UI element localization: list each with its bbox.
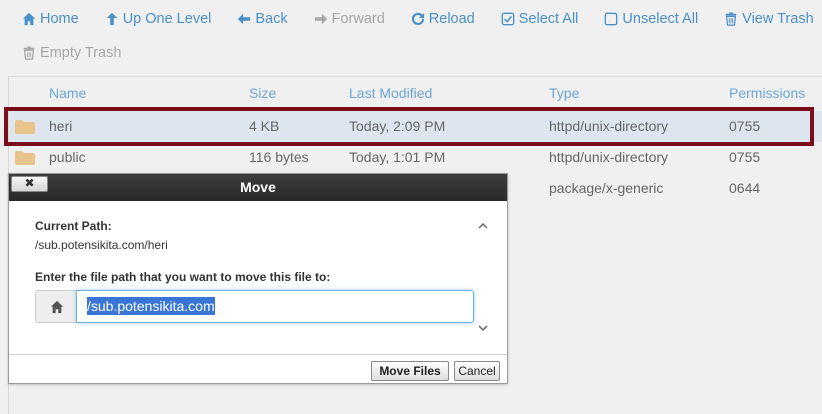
unselect-all-label: Unselect All [622,11,699,27]
column-header-type[interactable]: Type [549,85,579,101]
dialog-footer-divider [9,354,507,355]
arrow-left-icon [238,13,251,25]
column-header-name[interactable]: Name [49,85,86,101]
home-icon [22,12,36,26]
home-button[interactable]: Home [22,11,79,27]
target-path-label: Enter the file path that you want to mov… [35,270,331,284]
dialog-body: Current Path: /sub.potensikita.com/heri … [9,201,507,354]
checkbox-checked-icon [501,12,515,26]
cancel-button[interactable]: Cancel [454,361,500,381]
arrow-up-icon [106,12,117,26]
trash-icon [23,46,35,60]
move-dialog: Move ✖ Current Path: /sub.potensikita.co… [8,173,508,384]
dialog-title: Move [9,174,507,201]
empty-trash-button[interactable]: Empty Trash [22,45,121,61]
file-size: 116 bytes [249,149,309,165]
home-addon [35,290,77,323]
arrow-right-icon [314,13,327,25]
file-modified: Today, 2:09 PM [349,118,446,134]
toolbar-row-2: Empty Trash [22,43,147,63]
trash-icon [725,12,737,26]
view-trash-button[interactable]: View Trash [724,11,814,27]
file-name: public [49,149,86,165]
reload-icon [411,12,424,26]
reload-button[interactable]: Reload [411,11,475,27]
target-path-value: /sub.potensikita.com [87,297,215,315]
file-size: 4 KB [249,118,280,134]
file-type: httpd/unix-directory [549,118,669,134]
dialog-close-button[interactable]: ✖ [11,176,48,192]
file-type: httpd/unix-directory [549,149,669,165]
file-permissions: 0644 [729,180,761,196]
empty-trash-label: Empty Trash [40,45,122,61]
up-one-level-button[interactable]: Up One Level [105,11,212,27]
back-label: Back [255,11,288,27]
reload-label: Reload [428,11,475,27]
home-icon [50,300,64,314]
current-path-value: /sub.potensikita.com/heri [35,238,168,252]
forward-label: Forward [331,11,385,27]
select-all-button[interactable]: Select All [501,11,579,27]
view-trash-label: View Trash [742,11,814,27]
file-name: heri [49,118,73,134]
file-modified: Today, 1:01 PM [349,149,446,165]
file-permissions: 0755 [729,118,761,134]
file-type: package/x-generic [549,180,664,196]
home-label: Home [40,11,79,27]
toolbar-row-1: Home Up One Level Back Forward Reload Se… [22,9,822,29]
column-header-last-modified[interactable]: Last Modified [349,85,432,101]
column-header-size[interactable]: Size [249,85,276,101]
checkbox-empty-icon [605,12,618,26]
unselect-all-button[interactable]: Unselect All [604,11,698,27]
column-header-permissions[interactable]: Permissions [729,85,805,101]
move-files-button[interactable]: Move Files [371,361,449,381]
folder-icon [15,151,35,165]
table-row[interactable]: public 116 bytes Today, 1:01 PM httpd/un… [9,142,822,173]
back-button[interactable]: Back [237,11,288,27]
target-path-input[interactable]: /sub.potensikita.com [76,290,474,323]
toolbar: Home Up One Level Back Forward Reload Se… [0,0,822,70]
scroll-up-icon[interactable] [476,220,490,232]
current-path-label: Current Path: [35,219,112,233]
file-permissions: 0755 [729,149,761,165]
folder-icon [15,120,35,134]
table-row[interactable]: heri 4 KB Today, 2:09 PM httpd/unix-dire… [9,111,822,142]
select-all-label: Select All [518,11,579,27]
scroll-down-icon[interactable] [476,322,490,334]
forward-button[interactable]: Forward [314,11,385,27]
up-one-level-label: Up One Level [122,11,212,27]
